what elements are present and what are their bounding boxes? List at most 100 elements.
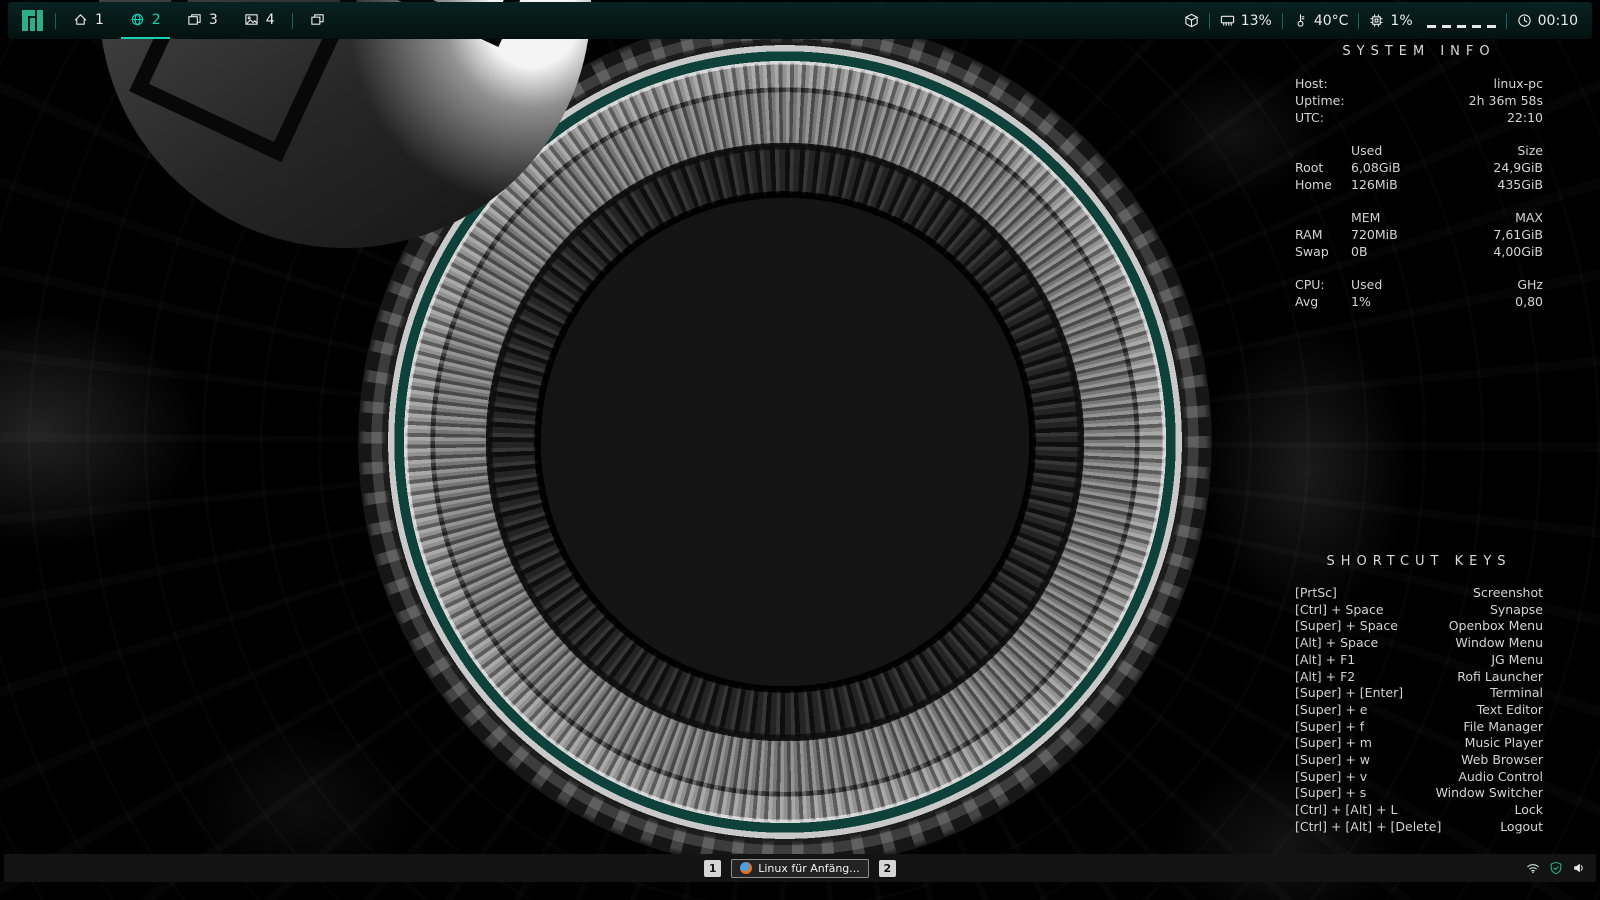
shortcut-row: [Super] + e Text Editor	[1295, 702, 1543, 719]
shortcut-keys: [Super] + Space	[1295, 618, 1398, 635]
shortcut-action: Synapse	[1490, 602, 1543, 619]
shortcut-keys: [Super] + [Enter]	[1295, 685, 1403, 702]
firewall-tray-item[interactable]	[1549, 861, 1563, 875]
desktop-pager-1[interactable]: 1	[704, 860, 721, 877]
pager-button[interactable]	[301, 2, 334, 39]
manjaro-emblem	[345, 2, 1225, 882]
shortcut-keys: [Alt] + F2	[1295, 669, 1355, 686]
separator	[1358, 13, 1359, 29]
shortcut-row: [Ctrl] + Space Synapse	[1295, 602, 1543, 619]
wifi-icon	[1526, 861, 1540, 875]
cpu-chip-icon	[1369, 13, 1384, 28]
temperature-value: 40°C	[1314, 13, 1349, 29]
separator	[55, 13, 56, 29]
windows-icon	[187, 12, 202, 27]
shortcut-action: Terminal	[1490, 685, 1543, 702]
cpu-header-row: CPU: Used GHz	[1295, 276, 1543, 293]
utc-row: UTC: 22:10	[1295, 109, 1543, 126]
shortcut-row: [PrtSc]Screenshot	[1295, 585, 1543, 602]
workspace-3-label: 3	[209, 12, 218, 28]
top-panel: 1 2 3 4 13%	[8, 2, 1592, 39]
desktop-pager-2[interactable]: 2	[879, 860, 896, 877]
shortcut-keys: [PrtSc]	[1295, 585, 1337, 602]
shortcut-keys: [Super] + f	[1295, 719, 1364, 736]
shortcut-action: Rofi Launcher	[1457, 669, 1543, 686]
home-icon	[73, 12, 88, 27]
uptime-row: Uptime: 2h 36m 58s	[1295, 92, 1543, 109]
temperature-indicator[interactable]: 40°C	[1293, 13, 1349, 29]
workspace-4-label: 4	[266, 12, 275, 28]
pager-icon	[310, 12, 325, 27]
separator	[1209, 13, 1210, 29]
clock-icon	[1517, 13, 1532, 28]
disk-used-header: Used	[1351, 142, 1517, 159]
manjaro-menu-button[interactable]	[22, 10, 43, 31]
cpu-ghz-header: GHz	[1517, 276, 1543, 293]
mem-header-row: MEM MAX	[1295, 209, 1543, 226]
shortcut-row: [Super] + [Enter] Terminal	[1295, 685, 1543, 702]
shortcut-keys: [Super] + m	[1295, 735, 1372, 752]
separator	[1506, 13, 1507, 29]
shortcut-keys: [Ctrl] + [Alt] + L	[1295, 802, 1397, 819]
shortcut-keys: [Ctrl] + Space	[1295, 602, 1384, 619]
uptime-label: Uptime:	[1295, 92, 1345, 109]
firefox-icon	[740, 862, 752, 874]
mem-used-header: MEM	[1351, 209, 1515, 226]
taskbar-item-browser[interactable]: Linux für Anfäng...	[731, 859, 869, 878]
shortcut-row: [Super] + m Music Player	[1295, 735, 1543, 752]
shortcut-keys: [Super] + w	[1295, 752, 1370, 769]
shortcut-keys: [Alt] + F1	[1295, 652, 1355, 669]
shortcut-action: Text Editor	[1477, 702, 1543, 719]
mem-row-swap: Swap 0B 4,00GiB	[1295, 243, 1543, 260]
shortcut-action: File Manager	[1463, 719, 1543, 736]
cpu-history-graph[interactable]	[1427, 14, 1496, 28]
shortcut-action: Lock	[1514, 802, 1543, 819]
shortcut-keys: [Ctrl] + [Alt] + [Delete]	[1295, 819, 1441, 836]
image-icon	[244, 12, 259, 27]
system-info-title: SYSTEM INFO	[1295, 44, 1543, 59]
shield-icon	[1549, 861, 1563, 875]
system-tray	[1526, 861, 1586, 875]
volume-tray-item[interactable]	[1572, 861, 1586, 875]
shortcut-row: [Super] + sWindow Switcher	[1295, 785, 1543, 802]
shortcut-keys: [Super] + e	[1295, 702, 1368, 719]
shortcut-action: Window Menu	[1455, 635, 1543, 652]
shortcut-row: [Ctrl] + [Alt] + L Lock	[1295, 802, 1543, 819]
workspace-1[interactable]: 1	[64, 2, 113, 39]
globe-icon	[130, 12, 145, 27]
bottom-panel: 1 Linux für Anfäng... 2	[4, 854, 1596, 882]
host-label: Host:	[1295, 75, 1328, 92]
shortcut-action: Music Player	[1465, 735, 1543, 752]
cpu-row-avg: Avg 1% 0,80	[1295, 293, 1543, 310]
host-row: Host: linux-pc	[1295, 75, 1543, 92]
speaker-icon	[1572, 861, 1586, 875]
shortcut-action: Audio Control	[1458, 769, 1543, 786]
shortcut-row: [Super] + wWeb Browser	[1295, 752, 1543, 769]
uptime-value: 2h 36m 58s	[1469, 92, 1543, 109]
cpu-indicator[interactable]: 1%	[1369, 13, 1412, 29]
workspace-2-label: 2	[152, 12, 161, 28]
network-tray-item[interactable]	[1526, 861, 1540, 875]
workspace-2[interactable]: 2	[121, 2, 170, 39]
shortcut-action: JG Menu	[1491, 652, 1543, 669]
workspace-3[interactable]: 3	[178, 2, 227, 39]
memory-indicator[interactable]: 13%	[1220, 13, 1272, 29]
mem-row-ram: RAM 720MiB 7,61GiB	[1295, 226, 1543, 243]
shortcut-row: [Super] + v Audio Control	[1295, 769, 1543, 786]
workspace-1-label: 1	[95, 12, 104, 28]
shortcut-row: [Alt] + Space Window Menu	[1295, 635, 1543, 652]
shortcut-row: [Super] + SpaceOpenbox Menu	[1295, 618, 1543, 635]
desktop: 1 2 3 4 13%	[0, 0, 1600, 900]
clock-indicator[interactable]: 00:10	[1517, 13, 1578, 29]
status-cluster: 13% 40°C 1% 00:10	[1184, 13, 1578, 29]
memory-value: 13%	[1241, 13, 1272, 29]
shortcut-keys-title: SHORTCUT KEYS	[1295, 554, 1543, 569]
package-updates-indicator[interactable]	[1184, 13, 1199, 28]
separator	[1282, 13, 1283, 29]
separator	[292, 13, 293, 29]
shortcut-keys: [Alt] + Space	[1295, 635, 1378, 652]
shortcut-keys: [Super] + v	[1295, 769, 1367, 786]
workspace-4[interactable]: 4	[235, 2, 284, 39]
thermometer-icon	[1293, 13, 1308, 28]
shortcut-row: [Alt] + F1 JG Menu	[1295, 652, 1543, 669]
